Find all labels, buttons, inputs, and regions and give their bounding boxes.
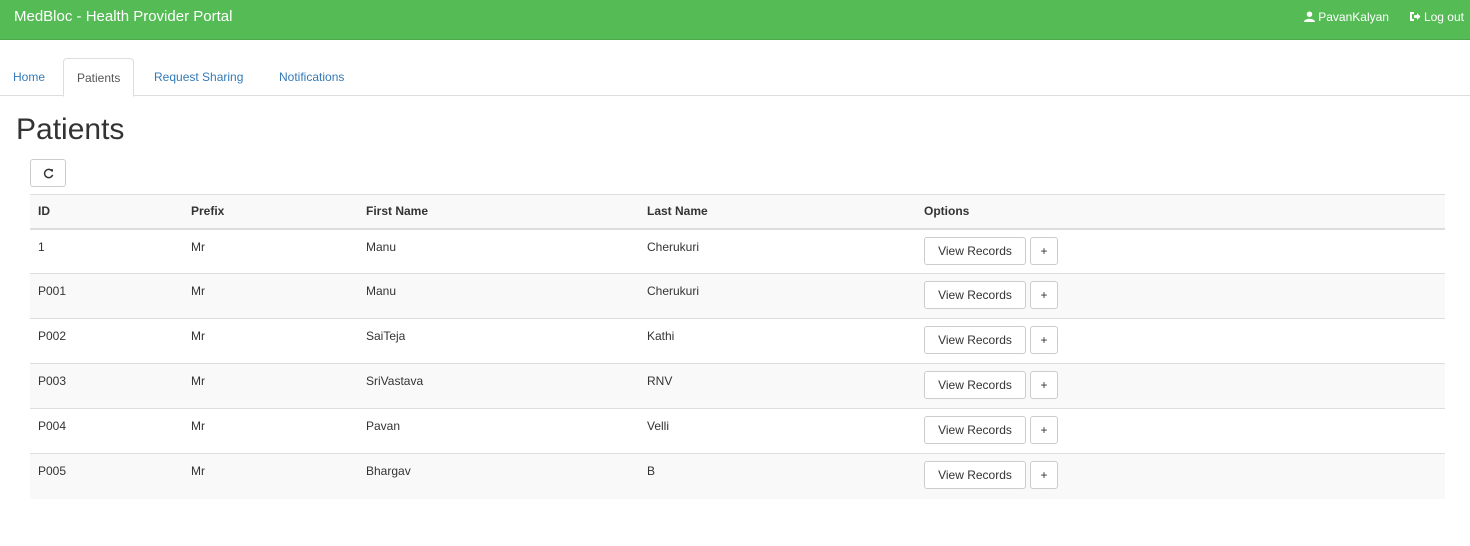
table-row: P004 Mr Pavan Velli View Records + [30, 408, 1445, 454]
cell-last-name: Cherukuri [639, 228, 916, 274]
logout-icon [1409, 12, 1421, 21]
cell-options: View Records + [916, 318, 1445, 364]
cell-prefix: Mr [183, 228, 358, 274]
view-records-button[interactable]: View Records [924, 236, 1026, 265]
view-records-button[interactable]: View Records [924, 416, 1026, 444]
logout-label: Log out [1423, 9, 1464, 24]
cell-first-name: Bhargav [358, 453, 639, 499]
table-row: 1 Mr Manu Cherukuri View Records + [30, 228, 1445, 274]
refresh-icon [43, 168, 53, 178]
refresh-button[interactable] [30, 159, 66, 187]
add-record-button[interactable]: + [1030, 461, 1058, 489]
add-record-button[interactable]: + [1030, 416, 1058, 444]
table-row: P002 Mr SaiTeja Kathi View Records + [30, 318, 1445, 364]
view-records-button[interactable]: View Records [924, 461, 1026, 489]
brand-title[interactable]: MedBloc - Health Provider Portal [14, 0, 232, 33]
add-record-button[interactable]: + [1030, 371, 1058, 399]
table-row: P005 Mr Bhargav B View Records + [30, 453, 1445, 499]
cell-first-name: SaiTeja [358, 318, 639, 364]
cell-last-name: Cherukuri [639, 273, 916, 319]
table-header-row: ID Prefix First Name Last Name Options [30, 194, 1445, 230]
patients-table: ID Prefix First Name Last Name Options 1… [30, 194, 1445, 499]
user-name: PavanKalyan [1318, 9, 1389, 24]
cell-last-name: Kathi [639, 318, 916, 364]
cell-first-name: SriVastava [358, 363, 639, 409]
cell-prefix: Mr [183, 363, 358, 409]
tab-request-sharing[interactable]: Request Sharing [141, 58, 256, 96]
cell-options: View Records + [916, 228, 1445, 274]
add-record-button[interactable]: + [1030, 326, 1058, 354]
logout-link[interactable]: Log out [1409, 10, 1464, 24]
add-record-button[interactable]: + [1030, 236, 1058, 265]
view-records-button[interactable]: View Records [924, 281, 1026, 309]
cell-options: View Records + [916, 363, 1445, 409]
table-row: P001 Mr Manu Cherukuri View Records + [30, 273, 1445, 319]
add-record-button[interactable]: + [1030, 281, 1058, 309]
cell-id: 1 [30, 228, 183, 274]
user-link[interactable]: PavanKalyan [1304, 10, 1389, 24]
cell-first-name: Pavan [358, 408, 639, 454]
cell-id: P001 [30, 273, 183, 319]
cell-first-name: Manu [358, 273, 639, 319]
tab-bar: Home Patients Request Sharing Notificati… [0, 58, 1470, 97]
header-options: Options [916, 194, 1445, 230]
cell-last-name: B [639, 453, 916, 499]
cell-options: View Records + [916, 453, 1445, 499]
header-first-name: First Name [358, 194, 639, 230]
tab-notifications[interactable]: Notifications [266, 58, 357, 96]
view-records-button[interactable]: View Records [924, 371, 1026, 399]
header-id: ID [30, 194, 183, 230]
table-row: P003 Mr SriVastava RNV View Records + [30, 363, 1445, 409]
cell-last-name: Velli [639, 408, 916, 454]
user-icon [1304, 11, 1316, 22]
cell-id: P004 [30, 408, 183, 454]
tab-patients[interactable]: Patients [63, 58, 135, 97]
view-records-button[interactable]: View Records [924, 326, 1026, 354]
cell-prefix: Mr [183, 453, 358, 499]
top-navbar: MedBloc - Health Provider Portal PavanKa… [0, 0, 1470, 40]
navbar-right: PavanKalyan Log out [1284, 0, 1464, 33]
cell-first-name: Manu [358, 228, 639, 274]
cell-options: View Records + [916, 273, 1445, 319]
cell-last-name: RNV [639, 363, 916, 409]
cell-id: P002 [30, 318, 183, 364]
header-prefix: Prefix [183, 194, 358, 230]
cell-options: View Records + [916, 408, 1445, 454]
cell-prefix: Mr [183, 408, 358, 454]
cell-id: P005 [30, 453, 183, 499]
cell-prefix: Mr [183, 318, 358, 364]
page-title: Patients [16, 113, 125, 146]
cell-prefix: Mr [183, 273, 358, 319]
cell-id: P003 [30, 363, 183, 409]
header-last-name: Last Name [639, 194, 916, 230]
tab-home[interactable]: Home [0, 58, 58, 96]
